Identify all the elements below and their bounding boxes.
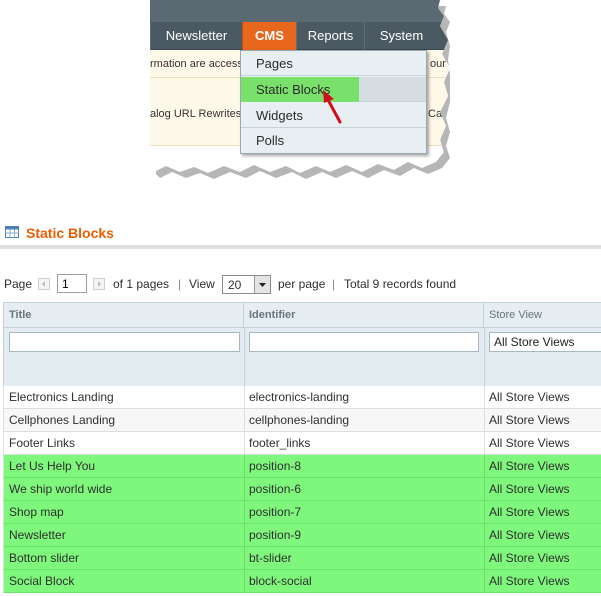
page-root: Newsletter CMS Reports System rmation ar…	[0, 0, 601, 596]
cell-title: Cellphones Landing	[9, 413, 116, 427]
menu-item-label: Polls	[256, 133, 285, 148]
nav-system[interactable]: System	[364, 22, 438, 50]
pager-separator: |	[178, 277, 182, 291]
table-row[interactable]: Cellphones Landing cellphones-landing All …	[3, 409, 601, 432]
cell-store-view: All Store Views	[489, 574, 570, 588]
cell-identifier: position-7	[249, 505, 302, 519]
notice-text-1: rmation are access	[150, 58, 243, 70]
cell-store-view: All Store Views	[489, 528, 570, 542]
page-number-input[interactable]	[57, 274, 87, 293]
menu-item-label: Pages	[256, 56, 293, 71]
admin-nav-bar: Newsletter CMS Reports System	[150, 22, 450, 50]
dropdown-button	[254, 276, 270, 293]
cell-store-view: All Store Views	[489, 482, 570, 496]
table-row[interactable]: Electronics Landing electronics-landing Al…	[3, 386, 601, 409]
cell-title: Footer Links	[9, 436, 76, 450]
total-records-text: Total 9 records found	[344, 277, 457, 291]
per-page-label: per page	[278, 277, 326, 291]
cell-title: Electronics Landing	[9, 390, 114, 404]
notice-text-2: alog URL Rewrites,	[150, 108, 245, 120]
cell-identifier: block-social	[249, 574, 312, 588]
store-view-filter-select[interactable]: All Store Views	[489, 332, 601, 352]
table-row[interactable]: Newsletter position-9 All Store Views	[3, 524, 601, 547]
cell-identifier: position-8	[249, 459, 302, 473]
per-page-select[interactable]: 20	[222, 275, 271, 294]
cell-identifier: cellphones-landing	[249, 413, 350, 427]
page-label: Page	[4, 277, 33, 291]
cell-identifier: footer_links	[249, 436, 311, 450]
nav-reports[interactable]: Reports	[296, 22, 364, 50]
grid-header-row: Title Identifier Store View	[3, 302, 601, 328]
of-pages-text: of 1 pages	[113, 277, 170, 291]
table-row[interactable]: We ship world wide position-6 All Store Vi…	[3, 478, 601, 501]
view-label: View	[189, 277, 215, 291]
cell-store-view: All Store Views	[489, 505, 570, 519]
table-row[interactable]: Shop map position-7 All Store Views	[3, 501, 601, 524]
cell-store-view: All Store Views	[489, 413, 570, 427]
column-header-title[interactable]: Title	[4, 303, 244, 327]
grid-filter-row: All Store Views	[3, 328, 601, 386]
nav-newsletter[interactable]: Newsletter	[150, 22, 242, 50]
cell-title: We ship world wide	[9, 482, 113, 496]
chevron-right-icon	[98, 281, 101, 287]
pager-separator: |	[332, 277, 336, 291]
grid-pager: Page of 1 pages | View 20 per page | Tot…	[0, 273, 601, 295]
menu-item-pages[interactable]: Pages	[241, 51, 426, 76]
cms-menu-excerpt: Newsletter CMS Reports System rmation ar…	[150, 0, 450, 190]
title-filter-input[interactable]	[9, 332, 240, 352]
cell-title: Shop map	[9, 505, 64, 519]
cell-store-view: All Store Views	[489, 551, 570, 565]
table-row[interactable]: Bottom slider bt-slider All Store Views	[3, 547, 601, 570]
red-arrow-icon	[323, 90, 342, 124]
grid-icon	[5, 226, 19, 238]
cell-title: Let Us Help You	[9, 459, 96, 473]
table-row[interactable]: Let Us Help You position-8 All Store Views	[3, 455, 601, 478]
menu-item-polls[interactable]: Polls	[241, 128, 426, 153]
menu-item-label: Widgets	[256, 108, 303, 123]
chevron-down-icon	[259, 283, 266, 287]
cell-identifier: position-9	[249, 528, 302, 542]
next-page-button[interactable]	[93, 278, 105, 290]
cell-identifier: bt-slider	[249, 551, 292, 565]
chevron-left-icon	[42, 281, 45, 287]
cell-store-view: All Store Views	[489, 459, 570, 473]
table-row[interactable]: Social Block block-social All Store Views	[3, 570, 601, 593]
cell-identifier: electronics-landing	[249, 390, 350, 404]
admin-header-strip	[150, 0, 450, 22]
cell-identifier: position-6	[249, 482, 302, 496]
cell-title: Newsletter	[9, 528, 66, 542]
column-header-store-view[interactable]: Store View	[484, 303, 601, 327]
menu-item-label: Static Blocks	[256, 82, 331, 97]
cell-title: Social Block	[9, 574, 75, 588]
cell-store-view: All Store Views	[489, 436, 570, 450]
notice-text-1-right: our	[430, 58, 446, 70]
title-divider	[0, 245, 601, 249]
identifier-filter-input[interactable]	[249, 332, 479, 352]
cell-title: Bottom slider	[9, 551, 80, 565]
column-header-identifier[interactable]: Identifier	[244, 303, 484, 327]
nav-cms[interactable]: CMS	[242, 22, 296, 50]
page-title: Static Blocks	[26, 225, 114, 241]
cell-store-view: All Store Views	[489, 390, 570, 404]
prev-page-button[interactable]	[38, 278, 50, 290]
per-page-value: 20	[228, 278, 242, 292]
excerpt-content: Newsletter CMS Reports System rmation ar…	[150, 0, 450, 173]
table-row[interactable]: Footer Links footer_links All Store Views	[3, 432, 601, 455]
